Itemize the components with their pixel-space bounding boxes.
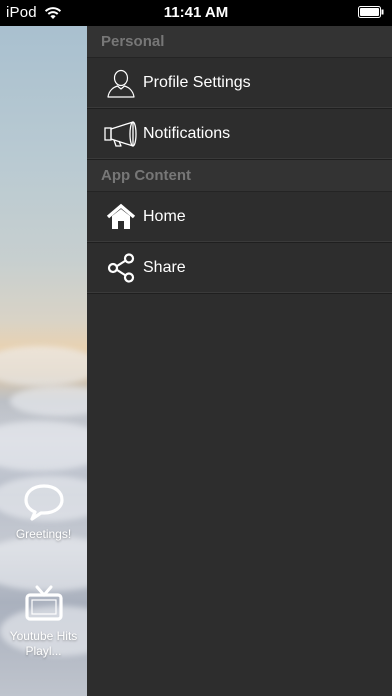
tab-greetings[interactable]: Greetings! <box>0 482 87 542</box>
menu-item-home[interactable]: Home <box>87 192 392 243</box>
status-bar: iPod 11:41 AM <box>0 0 392 26</box>
menu-item-label: Profile Settings <box>143 74 251 91</box>
tv-icon <box>24 585 63 621</box>
person-icon <box>101 63 141 103</box>
home-icon <box>101 197 141 237</box>
share-icon <box>101 248 141 288</box>
battery-icon <box>358 6 384 18</box>
menu-item-share[interactable]: Share <box>87 243 392 294</box>
tab-youtube-label: Youtube Hits Playl... <box>9 629 78 658</box>
background-content: Greetings! Youtube Hits Playl... <box>0 26 87 696</box>
megaphone-icon <box>101 114 141 154</box>
tab-greetings-label: Greetings! <box>15 527 72 541</box>
speech-bubble-icon <box>23 484 64 521</box>
section-header-personal: Personal <box>87 26 392 58</box>
menu-item-profile-settings[interactable]: Profile Settings <box>87 58 392 109</box>
section-header-app-content: App Content <box>87 160 392 192</box>
status-time: 11:41 AM <box>163 4 229 21</box>
menu-item-label: Share <box>143 259 186 276</box>
menu-item-notifications[interactable]: Notifications <box>87 109 392 160</box>
side-menu: Personal Profile Settings Notifications … <box>87 26 392 696</box>
tab-youtube[interactable]: Youtube Hits Playl... <box>0 582 87 659</box>
menu-item-label: Home <box>143 208 186 225</box>
menu-item-label: Notifications <box>143 125 231 142</box>
